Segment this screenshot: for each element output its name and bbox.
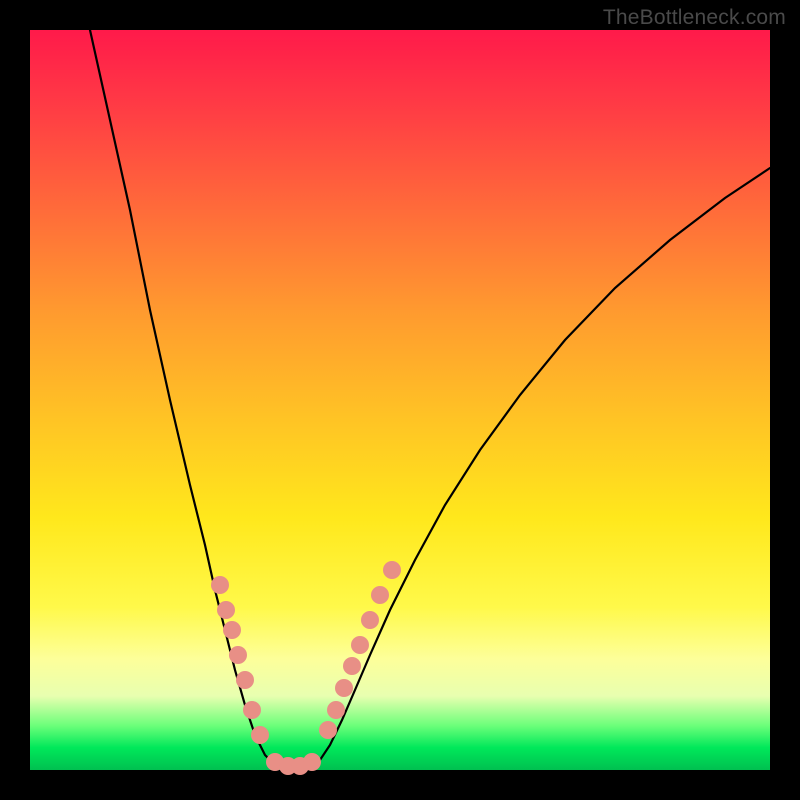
data-point-marker: [236, 671, 254, 689]
data-point-marker: [335, 679, 353, 697]
chart-area: [30, 30, 770, 770]
data-point-marker: [371, 586, 389, 604]
data-point-marker: [327, 701, 345, 719]
data-point-marker: [303, 753, 321, 771]
data-point-marker: [211, 576, 229, 594]
data-point-marker: [383, 561, 401, 579]
data-point-marker: [229, 646, 247, 664]
data-point-marker: [243, 701, 261, 719]
data-point-marker: [251, 726, 269, 744]
data-point-marker: [217, 601, 235, 619]
curve-left: [90, 30, 288, 768]
bottleneck-curve-plot: [30, 30, 770, 770]
curve-markers: [211, 561, 401, 775]
watermark-text: TheBottleneck.com: [603, 6, 786, 30]
data-point-marker: [223, 621, 241, 639]
curve-right: [308, 168, 770, 768]
data-point-marker: [361, 611, 379, 629]
data-point-marker: [319, 721, 337, 739]
data-point-marker: [351, 636, 369, 654]
data-point-marker: [343, 657, 361, 675]
